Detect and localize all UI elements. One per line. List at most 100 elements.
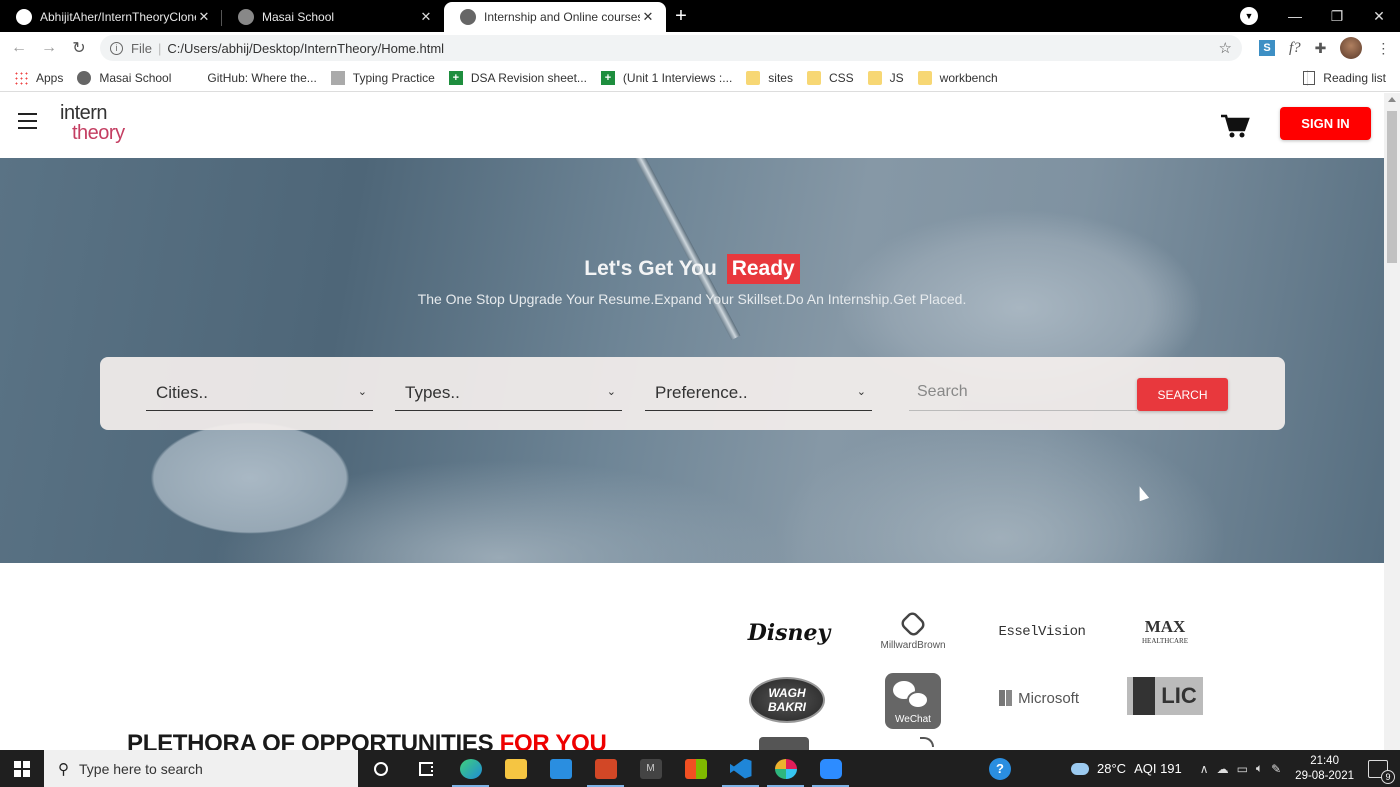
bookmark-label: GitHub: Where the...: [207, 70, 317, 85]
system-tray: ? 28°C AQI 191 ∧ ☁ ▭ 🔈︎ ✎ 21:40 29-08-20…: [989, 750, 1400, 787]
scheme-label: File: [131, 40, 152, 56]
bookmark-folder[interactable]: CSS: [806, 70, 854, 85]
cortana-icon[interactable]: [358, 750, 403, 787]
reload-icon[interactable]: ↻: [64, 38, 94, 58]
battery-icon[interactable]: ▭: [1237, 762, 1248, 776]
hero-title: Let's Get You Ready: [0, 254, 1384, 284]
edge-icon[interactable]: [448, 750, 493, 787]
logo-subtext: HEALTHCARE: [1141, 637, 1189, 645]
tab-search-icon[interactable]: ▼: [1240, 7, 1258, 25]
bookmark-item[interactable]: + (Unit 1 Interviews :...: [600, 70, 732, 85]
sign-in-button[interactable]: SIGN IN: [1280, 107, 1371, 140]
bookmark-label: Apps: [36, 70, 64, 85]
tab-title: AbhijitAher/InternTheoryClone: [40, 10, 196, 24]
weather-widget[interactable]: 28°C AQI 191: [1071, 761, 1182, 776]
info-icon[interactable]: i: [110, 41, 123, 55]
site-logo[interactable]: intern theory: [60, 103, 140, 149]
tab-title: Internship and Online courses for: [484, 10, 640, 24]
search-button[interactable]: SEARCH: [1137, 378, 1228, 411]
folder-icon: [806, 70, 821, 85]
file-explorer-icon[interactable]: [493, 750, 538, 787]
globe-icon: [460, 9, 476, 25]
cities-select[interactable]: Cities.. ⌄: [146, 374, 373, 411]
bookmark-label: workbench: [939, 70, 998, 85]
extension-formula-icon[interactable]: f?: [1289, 40, 1301, 57]
task-view-icon[interactable]: [403, 750, 448, 787]
profile-avatar[interactable]: [1340, 37, 1363, 59]
store-icon[interactable]: [673, 750, 718, 787]
preference-select-value: Preference..: [655, 383, 748, 402]
search-input[interactable]: [909, 374, 1137, 411]
divider: |: [157, 40, 162, 56]
clock-time: 21:40: [1310, 754, 1339, 767]
powerpoint-icon[interactable]: [583, 750, 628, 787]
extension-s-icon[interactable]: S: [1259, 40, 1275, 56]
cart-icon[interactable]: [1220, 113, 1250, 139]
bookmarks-bar: Apps Masai School GitHub: Where the... T…: [0, 64, 1400, 92]
chevron-down-icon: ⌄: [357, 386, 367, 398]
logo-wagh-bakri: WAGH BAKRI: [749, 677, 825, 723]
masai-app-icon[interactable]: M: [628, 750, 673, 787]
onedrive-icon[interactable]: ☁: [1217, 762, 1229, 776]
close-tab-icon[interactable]: ✕: [640, 9, 656, 25]
notification-center-icon[interactable]: 9: [1368, 759, 1395, 784]
taskbar-search[interactable]: ⚲ Type here to search: [44, 750, 358, 787]
pen-icon[interactable]: ✎: [1271, 762, 1281, 776]
chat-bubble-icon: [907, 691, 929, 709]
bookmark-item[interactable]: Masai School: [77, 70, 171, 85]
vscode-icon[interactable]: [718, 750, 763, 787]
zoom-icon[interactable]: [808, 750, 853, 787]
bookmark-folder[interactable]: sites: [746, 70, 793, 85]
bookmark-apps[interactable]: Apps: [14, 70, 64, 85]
bookmark-item[interactable]: GitHub: Where the...: [207, 71, 316, 85]
clock[interactable]: 21:40 29-08-2021: [1295, 754, 1354, 784]
close-tab-icon[interactable]: ✕: [196, 9, 212, 25]
bookmark-item[interactable]: Typing Practice: [330, 70, 435, 85]
maximize-icon[interactable]: ❐: [1316, 8, 1358, 25]
types-select[interactable]: Types.. ⌄: [395, 374, 622, 411]
reading-list-button[interactable]: Reading list: [1303, 70, 1386, 85]
logo-lic: LIC: [1127, 677, 1203, 715]
bookmark-item[interactable]: + DSA Revision sheet...: [448, 70, 587, 85]
hamburger-menu-icon[interactable]: [18, 113, 37, 129]
scroll-up-icon[interactable]: [1388, 97, 1396, 102]
menu-kebab-icon[interactable]: ⋮: [1376, 40, 1390, 57]
new-tab-button[interactable]: +: [666, 2, 696, 32]
bookmark-label: Typing Practice: [352, 70, 435, 85]
slack-icon[interactable]: [763, 750, 808, 787]
address-bar[interactable]: i File | C:/Users/abhij/Desktop/InternTh…: [100, 35, 1242, 61]
mail-icon[interactable]: [538, 750, 583, 787]
volume-icon[interactable]: 🔈︎: [1256, 761, 1263, 776]
close-tab-icon[interactable]: ✕: [418, 9, 434, 25]
chevron-down-icon: ⌄: [856, 386, 866, 398]
help-icon[interactable]: ?: [989, 757, 1012, 780]
scrollbar-thumb[interactable]: [1387, 111, 1397, 263]
url-text[interactable]: C:/Users/abhij/Desktop/InternTheory/Home…: [167, 41, 444, 56]
close-window-icon[interactable]: ✕: [1358, 8, 1400, 25]
forward-icon[interactable]: →: [34, 39, 64, 57]
hero-subtitle: The One Stop Upgrade Your Resume.Expand …: [417, 291, 967, 307]
page-scrollbar[interactable]: [1384, 93, 1400, 750]
browser-tab[interactable]: AbhijitAher/InternTheoryClone ✕: [0, 2, 222, 32]
globe-icon: [77, 70, 92, 85]
typing-icon: [330, 70, 345, 85]
back-icon[interactable]: ←: [4, 39, 34, 57]
weather-aqi: AQI 191: [1134, 761, 1182, 776]
bookmark-star-icon[interactable]: ☆: [1219, 39, 1232, 57]
preference-select[interactable]: Preference.. ⌄: [645, 374, 872, 411]
show-hidden-icons-icon[interactable]: ∧: [1200, 762, 1209, 776]
millwardbrown-heart-icon: [898, 609, 928, 638]
hero-background-pen: [630, 158, 741, 341]
logo-wechat: WeChat: [885, 673, 941, 729]
logo-text: Microsoft: [1018, 689, 1079, 707]
bookmark-folder[interactable]: JS: [867, 70, 904, 85]
start-button[interactable]: [0, 750, 44, 787]
browser-tab[interactable]: Masai School ✕: [222, 2, 444, 32]
minimize-icon[interactable]: —: [1274, 8, 1316, 24]
windows-logo-icon: [14, 760, 30, 777]
extensions-puzzle-icon[interactable]: ✚: [1315, 40, 1327, 57]
logo-esselvision: EsselVision: [998, 624, 1086, 640]
logo-text: WeChat: [895, 714, 931, 725]
bookmark-folder[interactable]: workbench: [917, 70, 998, 85]
browser-tab-active[interactable]: Internship and Online courses for ✕: [444, 2, 666, 32]
